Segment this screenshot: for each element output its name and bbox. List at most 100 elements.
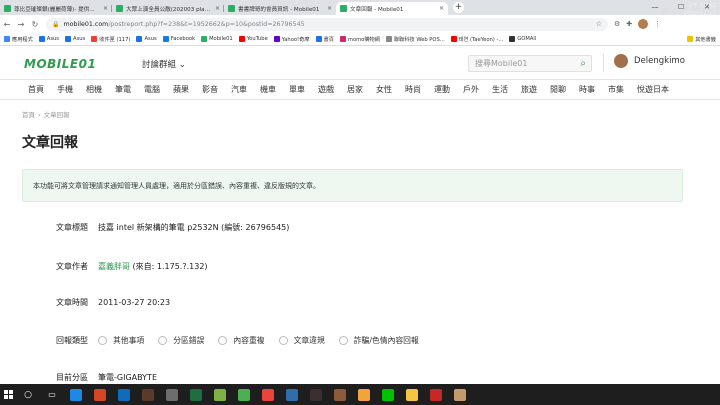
- taskbar-search-icon[interactable]: ○: [16, 384, 40, 405]
- author-row: 文章作者 嘉義胖哥 (來自: 1.175.?.132): [22, 261, 702, 272]
- taskbar-app-app-grey[interactable]: [160, 384, 184, 405]
- category-link[interactable]: 旅遊: [521, 84, 537, 95]
- taskbar-app-line[interactable]: [376, 384, 400, 405]
- radio-circle-icon[interactable]: [278, 335, 288, 345]
- bookmark-item[interactable]: momo購物網: [339, 36, 380, 43]
- tab-close-icon[interactable]: ×: [439, 5, 444, 12]
- windows-taskbar: ○ ▭: [0, 384, 720, 405]
- report-type-radio[interactable]: 文章違規: [278, 335, 325, 346]
- tray-icon[interactable]: ◐: [673, 7, 678, 14]
- report-type-radio[interactable]: 其他事項: [98, 335, 144, 346]
- category-link[interactable]: 相機: [86, 84, 102, 95]
- system-clock[interactable]: 上午 10:42 2020/12/12: [684, 2, 716, 18]
- bookmark-item[interactable]: 應用程式: [4, 36, 33, 43]
- bookmark-item[interactable]: Yahoo!奇摩: [273, 36, 310, 43]
- taskbar-app-app-red[interactable]: [424, 384, 448, 405]
- url-field[interactable]: 🔒 mobile01.com /postreport.php?f=238&t=1…: [46, 17, 608, 31]
- other-bookmarks[interactable]: 其他書籤: [687, 36, 716, 43]
- extensions-puzzle-icon[interactable]: ✚: [626, 20, 632, 28]
- category-link[interactable]: 女性: [376, 84, 392, 95]
- forum-group-menu[interactable]: 討論群組 ⌄: [142, 58, 186, 70]
- forward-icon[interactable]: →: [14, 20, 28, 29]
- category-link[interactable]: 汽車: [231, 84, 247, 95]
- bookmark-item[interactable]: Asus: [136, 36, 157, 42]
- category-link[interactable]: 手機: [57, 84, 73, 95]
- browser-tab-2[interactable]: 大眾上演全員公敵(202003 play... ×: [112, 2, 224, 15]
- category-link[interactable]: 單車: [289, 84, 305, 95]
- mobile01-logo[interactable]: MOBILE01: [24, 57, 96, 71]
- bookmark-item[interactable]: Asus: [65, 36, 85, 42]
- author-link[interactable]: 嘉義胖哥: [98, 262, 130, 271]
- bookmark-star-icon[interactable]: ☆: [596, 20, 602, 28]
- taskbar-app-app-green2[interactable]: [232, 384, 256, 405]
- category-link[interactable]: 悅遊日本: [637, 84, 669, 95]
- category-link[interactable]: 運動: [434, 84, 450, 95]
- tab-close-icon[interactable]: ×: [215, 5, 220, 12]
- bookmark-item[interactable]: 收件匣 (117): [91, 36, 130, 43]
- report-type-radio[interactable]: 詐騙/色情內容回報: [338, 335, 419, 346]
- bookmark-item[interactable]: YouTube: [238, 36, 268, 42]
- url-path: /postreport.php?f=238&t=1952662&p=10&pos…: [108, 20, 305, 28]
- taskbar-app-excel[interactable]: [184, 384, 208, 405]
- category-link[interactable]: 機車: [260, 84, 276, 95]
- category-link[interactable]: 居家: [347, 84, 363, 95]
- category-link[interactable]: 市集: [608, 84, 624, 95]
- bookmark-item[interactable]: Facebook: [162, 36, 195, 42]
- category-link[interactable]: 戶外: [463, 84, 479, 95]
- taskbar-app-app-dark[interactable]: [304, 384, 328, 405]
- browser-tab-active[interactable]: 文章回報 - Mobile01 ×: [336, 2, 448, 15]
- browser-tab-3[interactable]: 書書牌哥的會員資訊 - Mobile01 ×: [224, 2, 336, 15]
- profile-avatar-icon[interactable]: [638, 19, 649, 29]
- category-link[interactable]: 生活: [492, 84, 508, 95]
- radio-circle-icon[interactable]: [98, 335, 107, 345]
- back-icon[interactable]: ←: [0, 20, 14, 29]
- report-type-radio[interactable]: 分區錯誤: [158, 335, 204, 346]
- taskbar-app-app-tan[interactable]: [448, 384, 472, 405]
- start-button[interactable]: [0, 384, 16, 405]
- taskbar-app-app-blue[interactable]: [280, 384, 304, 405]
- bookmark-item[interactable]: Mobile01: [201, 36, 233, 42]
- bookmark-item[interactable]: 書頁: [315, 36, 334, 43]
- task-view-icon[interactable]: ▭: [40, 384, 64, 405]
- category-link[interactable]: 時事: [579, 84, 595, 95]
- category-link[interactable]: 筆電: [115, 84, 131, 95]
- taskbar-app-chrome[interactable]: [256, 384, 280, 405]
- bookmark-item[interactable]: 태연 (TaeYeon) -...: [450, 36, 503, 43]
- taskbar-app-outlook[interactable]: [112, 384, 136, 405]
- bookmark-item[interactable]: Asus: [38, 36, 59, 42]
- taskbar-app-app-yellow[interactable]: [400, 384, 424, 405]
- category-link[interactable]: 電腦: [144, 84, 160, 95]
- new-tab-button[interactable]: +: [453, 2, 464, 13]
- breadcrumb-current[interactable]: 文章回報: [44, 111, 70, 119]
- taskbar-app-edge[interactable]: [64, 384, 88, 405]
- tab-close-icon[interactable]: ×: [103, 5, 108, 12]
- breadcrumb-home[interactable]: 首頁: [22, 111, 35, 119]
- category-link[interactable]: 遊戲: [318, 84, 334, 95]
- extension-icon[interactable]: ⚙: [614, 20, 620, 28]
- category-link[interactable]: 首頁: [28, 84, 44, 95]
- search-box[interactable]: 搜尋Mobile01 ⌕: [468, 55, 592, 72]
- taskbar-app-app-brown[interactable]: [328, 384, 352, 405]
- menu-kebab-icon[interactable]: ⋮: [654, 20, 661, 28]
- bookmark-item[interactable]: GOMAll: [509, 36, 536, 42]
- category-link[interactable]: 時尚: [405, 84, 421, 95]
- radio-circle-icon[interactable]: [218, 335, 228, 345]
- browser-tab-1[interactable]: 尊比亞璀璨銀(麗麗荷薄)- 提供... ×: [0, 2, 112, 15]
- report-type-radio[interactable]: 內容重複: [218, 335, 265, 346]
- radio-circle-icon[interactable]: [158, 335, 168, 345]
- category-link[interactable]: 蘋果: [173, 84, 189, 95]
- taskbar-app-app-green[interactable]: [208, 384, 232, 405]
- category-link[interactable]: 閒聊: [550, 84, 566, 95]
- bookmark-item[interactable]: 聯聯科技 Web POS...: [385, 36, 445, 43]
- taskbar-app-powerpoint[interactable]: [88, 384, 112, 405]
- reload-icon[interactable]: ↻: [28, 20, 42, 29]
- taskbar-app-app-orange[interactable]: [352, 384, 376, 405]
- tab-close-icon[interactable]: ×: [327, 5, 332, 12]
- tray-icon[interactable]: ^: [652, 7, 657, 14]
- user-menu[interactable]: Delengkimo: [614, 54, 685, 68]
- radio-circle-icon[interactable]: [338, 335, 348, 345]
- taskbar-app-game[interactable]: [136, 384, 160, 405]
- tray-icon[interactable]: ▣: [662, 7, 668, 14]
- search-icon[interactable]: ⌕: [580, 58, 586, 69]
- category-link[interactable]: 影音: [202, 84, 218, 95]
